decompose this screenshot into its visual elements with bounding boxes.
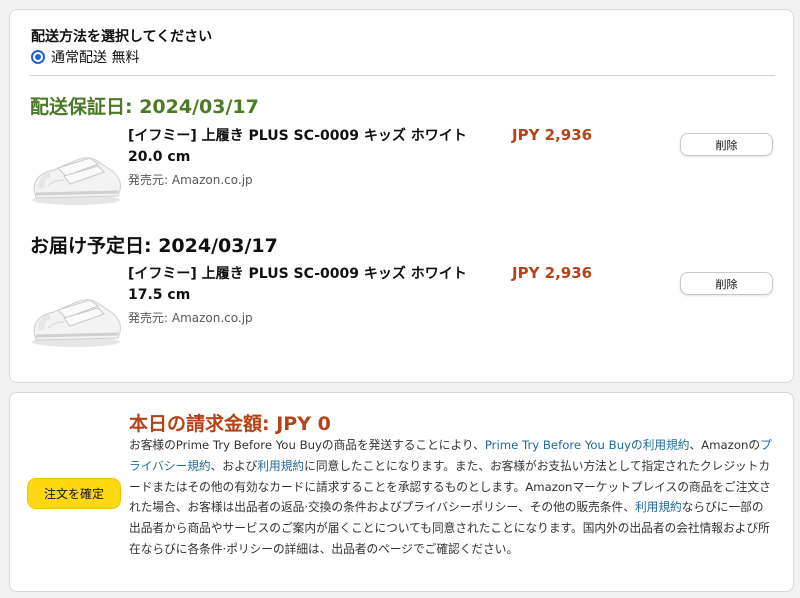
delete-button[interactable]: 削除: [680, 272, 773, 295]
order-summary-card: 注文を確定 本日の請求金額: JPY 0 お客様のPrime Try Befor…: [9, 392, 794, 592]
prime-terms-link[interactable]: Prime Try Before You Buyの利用規約: [485, 438, 690, 452]
product-seller: 発売元: Amazon.co.jp: [128, 311, 253, 325]
delivery-guarantee-date: 配送保証日: 2024/03/17: [30, 96, 259, 118]
estimated-delivery-date: お届け予定日: 2024/03/17: [30, 235, 278, 257]
product-title-line: [イフミー] 上履き PLUS SC-0009 キッズ ホワイト: [128, 128, 467, 144]
product-price: JPY 2,936: [512, 126, 593, 144]
radio-selected-icon[interactable]: [31, 50, 45, 64]
product-title[interactable]: [イフミー] 上履き PLUS SC-0009 キッズ ホワイト 17.5 cm: [128, 264, 488, 306]
product-title[interactable]: [イフミー] 上履き PLUS SC-0009 キッズ ホワイト 20.0 cm: [128, 126, 488, 168]
product-image-shoe-icon[interactable]: [28, 280, 126, 350]
divider: [30, 75, 775, 76]
product-title-line: [イフミー] 上履き PLUS SC-0009 キッズ ホワイト: [128, 266, 467, 282]
delete-button[interactable]: 削除: [680, 133, 773, 156]
terms-text: お客様のPrime Try Before You Buyの商品を発送することによ…: [129, 435, 774, 560]
terms-of-use-link[interactable]: 利用規約: [635, 500, 682, 514]
place-order-button[interactable]: 注文を確定: [27, 478, 121, 509]
shipping-card: 配送方法を選択してください 通常配送 無料 配送保証日: 2024/03/17 …: [9, 9, 794, 383]
product-size: 17.5 cm: [128, 287, 191, 303]
terms-text-part: 、および: [210, 458, 258, 473]
shipping-option-standard[interactable]: 通常配送 無料: [31, 47, 139, 67]
shipping-option-label: 通常配送 無料: [51, 50, 140, 66]
product-price: JPY 2,936: [512, 264, 593, 282]
terms-text-part: お客様のPrime Try Before You Buyの商品を発送することによ…: [129, 438, 485, 452]
product-seller: 発売元: Amazon.co.jp: [128, 173, 253, 187]
product-size: 20.0 cm: [128, 149, 191, 165]
terms-of-use-link[interactable]: 利用規約: [257, 459, 304, 473]
order-total: 本日の請求金額: JPY 0: [129, 413, 331, 435]
product-image-shoe-icon[interactable]: [28, 138, 126, 208]
shipping-method-heading: 配送方法を選択してください: [31, 29, 213, 45]
terms-text-part: 、Amazonの: [689, 438, 761, 452]
